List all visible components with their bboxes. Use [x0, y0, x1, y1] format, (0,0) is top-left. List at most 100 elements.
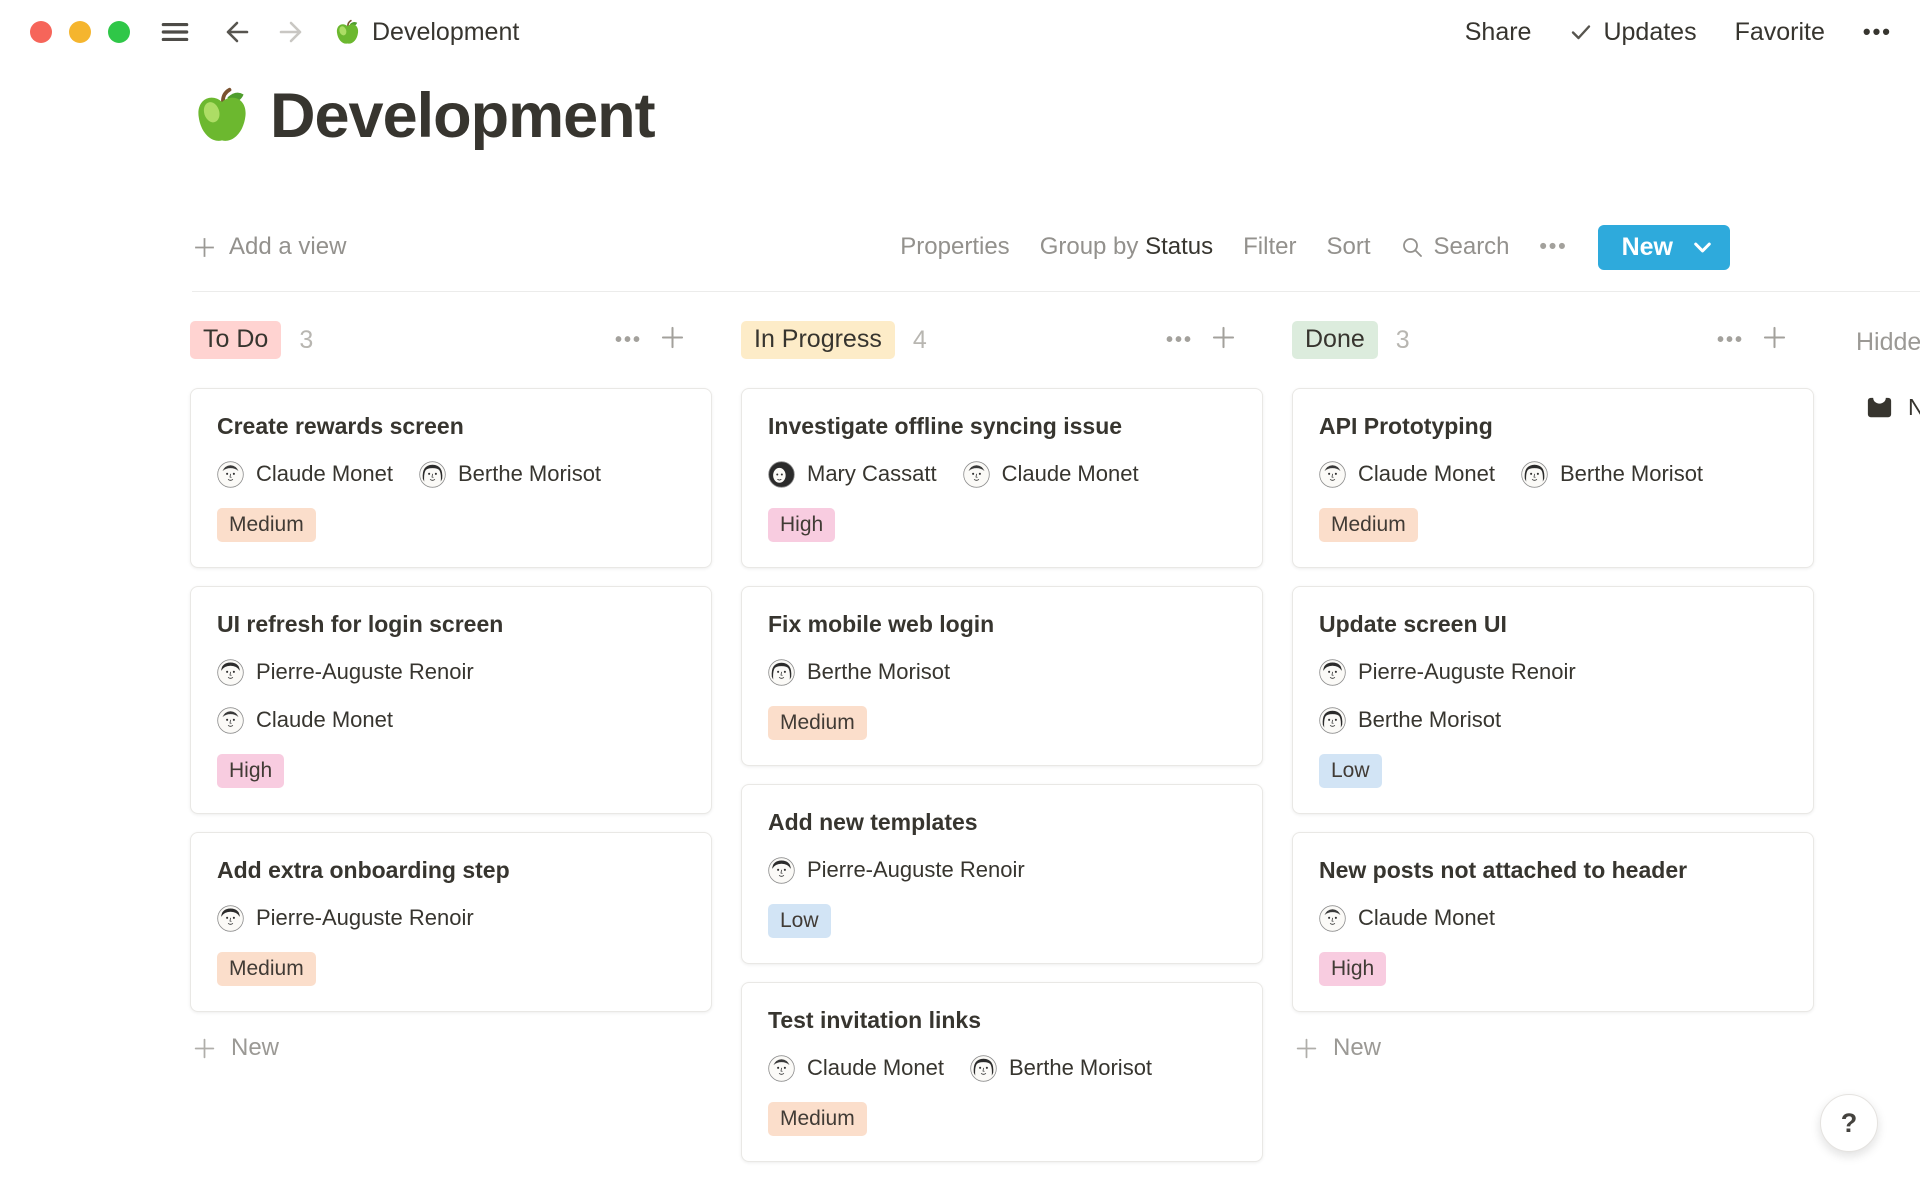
- assignee-row: Claude Monet Berthe Morisot: [1319, 458, 1787, 490]
- sort-button[interactable]: Sort: [1326, 233, 1370, 261]
- breadcrumb[interactable]: Development: [334, 18, 519, 47]
- topbar-actions: Share Updates Favorite •••: [1465, 18, 1892, 47]
- kanban-card[interactable]: Update screen UI Pierre-Auguste Renoir B…: [1292, 586, 1814, 814]
- kanban-card[interactable]: Create rewards screen Claude Monet Berth…: [190, 388, 712, 568]
- assignee-name: Berthe Morisot: [458, 461, 601, 487]
- assignee-chip: Claude Monet: [768, 1055, 944, 1082]
- hidden-columns-label[interactable]: Hidden columns: [1856, 328, 1920, 357]
- kanban-card[interactable]: UI refresh for login screen Pierre-Augus…: [190, 586, 712, 814]
- search-button[interactable]: Search: [1400, 233, 1509, 261]
- kanban-card[interactable]: Investigate offline syncing issue Mary C…: [741, 388, 1263, 568]
- add-card-button[interactable]: New: [1292, 1030, 1383, 1066]
- question-mark-icon: ?: [1841, 1108, 1858, 1139]
- plus-icon: [1294, 1036, 1319, 1061]
- view-controls: Properties Group by Status Filter Sort S…: [900, 225, 1730, 270]
- avatar: [217, 707, 244, 734]
- column-add-card-button[interactable]: [1210, 324, 1237, 356]
- green-apple-icon[interactable]: [192, 86, 252, 146]
- column-more-options-button[interactable]: •••: [615, 330, 642, 350]
- column-more-options-button[interactable]: •••: [1166, 330, 1193, 350]
- notion-window: Development Share Updates Favorite ••• D…: [0, 0, 1920, 1200]
- assignee-chip: Claude Monet: [963, 461, 1139, 488]
- minimize-window-button[interactable]: [69, 21, 91, 43]
- assignee-name: Berthe Morisot: [1358, 707, 1501, 733]
- kanban-card[interactable]: Add new templates Pierre-Auguste RenoirL…: [741, 784, 1263, 964]
- zoom-window-button[interactable]: [108, 21, 130, 43]
- assignee-name: Pierre-Auguste Renoir: [1358, 659, 1576, 685]
- kanban-card[interactable]: API Prototyping Claude Monet Berthe Mori…: [1292, 388, 1814, 568]
- hidden-group-no-status[interactable]: No Status: [1864, 392, 1920, 423]
- column-header: To Do3•••: [190, 322, 712, 358]
- kanban-card[interactable]: Add extra onboarding step Pierre-Auguste…: [190, 832, 712, 1012]
- assignee-row: Mary Cassatt Claude Monet: [768, 458, 1236, 490]
- kanban-card[interactable]: New posts not attached to header Claude …: [1292, 832, 1814, 1012]
- properties-button[interactable]: Properties: [900, 233, 1009, 261]
- kanban-card[interactable]: Fix mobile web login Berthe Morisot Mediu…: [741, 586, 1263, 766]
- close-window-button[interactable]: [30, 21, 52, 43]
- updates-button[interactable]: Updates: [1569, 18, 1696, 47]
- view-more-options-button[interactable]: •••: [1540, 235, 1568, 259]
- card-title: UI refresh for login screen: [217, 610, 685, 638]
- assignee-name: Mary Cassatt: [807, 461, 937, 487]
- board-column-in-progress: In Progress4••• Investigate offline sync…: [741, 322, 1263, 1180]
- topbar: Development Share Updates Favorite •••: [0, 0, 1920, 64]
- assignee-name: Berthe Morisot: [807, 659, 950, 685]
- assignee-name: Claude Monet: [256, 707, 393, 733]
- assignee-row: Pierre-Auguste Renoir: [768, 854, 1236, 886]
- priority-badge: Medium: [768, 706, 867, 740]
- avatar: [217, 905, 244, 932]
- priority-badge: High: [1319, 952, 1386, 986]
- priority-badge: Medium: [768, 1102, 867, 1136]
- avatar: [768, 461, 795, 488]
- column-count: 3: [299, 326, 313, 355]
- avatar: [217, 461, 244, 488]
- assignee-chip: Berthe Morisot: [1521, 461, 1703, 488]
- avatar: [768, 1055, 795, 1082]
- back-button[interactable]: [220, 16, 252, 48]
- plus-icon: [1761, 324, 1788, 351]
- assignee-chip: Pierre-Auguste Renoir: [1319, 659, 1576, 686]
- column-header: Done3•••: [1292, 322, 1814, 358]
- page-header: Development: [192, 80, 655, 152]
- hamburger-icon: [158, 15, 192, 49]
- kanban-card[interactable]: Test invitation links Claude Monet Berth…: [741, 982, 1263, 1162]
- checkmark-icon: [1569, 20, 1593, 44]
- column-more-options-button[interactable]: •••: [1717, 330, 1744, 350]
- favorite-button[interactable]: Favorite: [1735, 18, 1825, 47]
- filter-button[interactable]: Filter: [1243, 233, 1296, 261]
- updates-label: Updates: [1603, 18, 1696, 47]
- avatar: [217, 659, 244, 686]
- assignee-row: Claude Monet Berthe Morisot: [768, 1052, 1236, 1084]
- assignee-row: Pierre-Auguste Renoir: [1319, 656, 1787, 688]
- help-button[interactable]: ?: [1820, 1094, 1878, 1152]
- assignee-name: Berthe Morisot: [1009, 1055, 1152, 1081]
- card-title: Investigate offline syncing issue: [768, 412, 1236, 440]
- add-card-label: New: [231, 1034, 279, 1062]
- priority-badge: Medium: [217, 952, 316, 986]
- plus-icon: [1210, 324, 1237, 351]
- column-actions: •••: [1717, 324, 1788, 356]
- breadcrumb-title: Development: [372, 18, 519, 47]
- share-button[interactable]: Share: [1465, 18, 1532, 47]
- priority-badge: Medium: [1319, 508, 1418, 542]
- card-title: Fix mobile web login: [768, 610, 1236, 638]
- card-title: Create rewards screen: [217, 412, 685, 440]
- forward-button[interactable]: [276, 16, 308, 48]
- more-options-button[interactable]: •••: [1863, 19, 1892, 45]
- sidebar-toggle-icon[interactable]: [158, 15, 192, 49]
- group-by-label: Group by: [1040, 233, 1139, 260]
- priority-badge: Medium: [217, 508, 316, 542]
- new-button[interactable]: New: [1598, 225, 1730, 270]
- assignee-name: Claude Monet: [1002, 461, 1139, 487]
- group-by-button[interactable]: Group by Status: [1040, 233, 1213, 261]
- avatar: [1521, 461, 1548, 488]
- assignee-row: Pierre-Auguste Renoir: [217, 902, 685, 934]
- add-view-button[interactable]: Add a view: [192, 233, 346, 261]
- column-add-card-button[interactable]: [659, 324, 686, 356]
- column-add-card-button[interactable]: [1761, 324, 1788, 356]
- assignee-chip: Claude Monet: [1319, 461, 1495, 488]
- add-card-button[interactable]: New: [190, 1030, 281, 1066]
- avatar: [768, 659, 795, 686]
- avatar: [1319, 659, 1346, 686]
- forward-arrow-icon: [276, 16, 308, 48]
